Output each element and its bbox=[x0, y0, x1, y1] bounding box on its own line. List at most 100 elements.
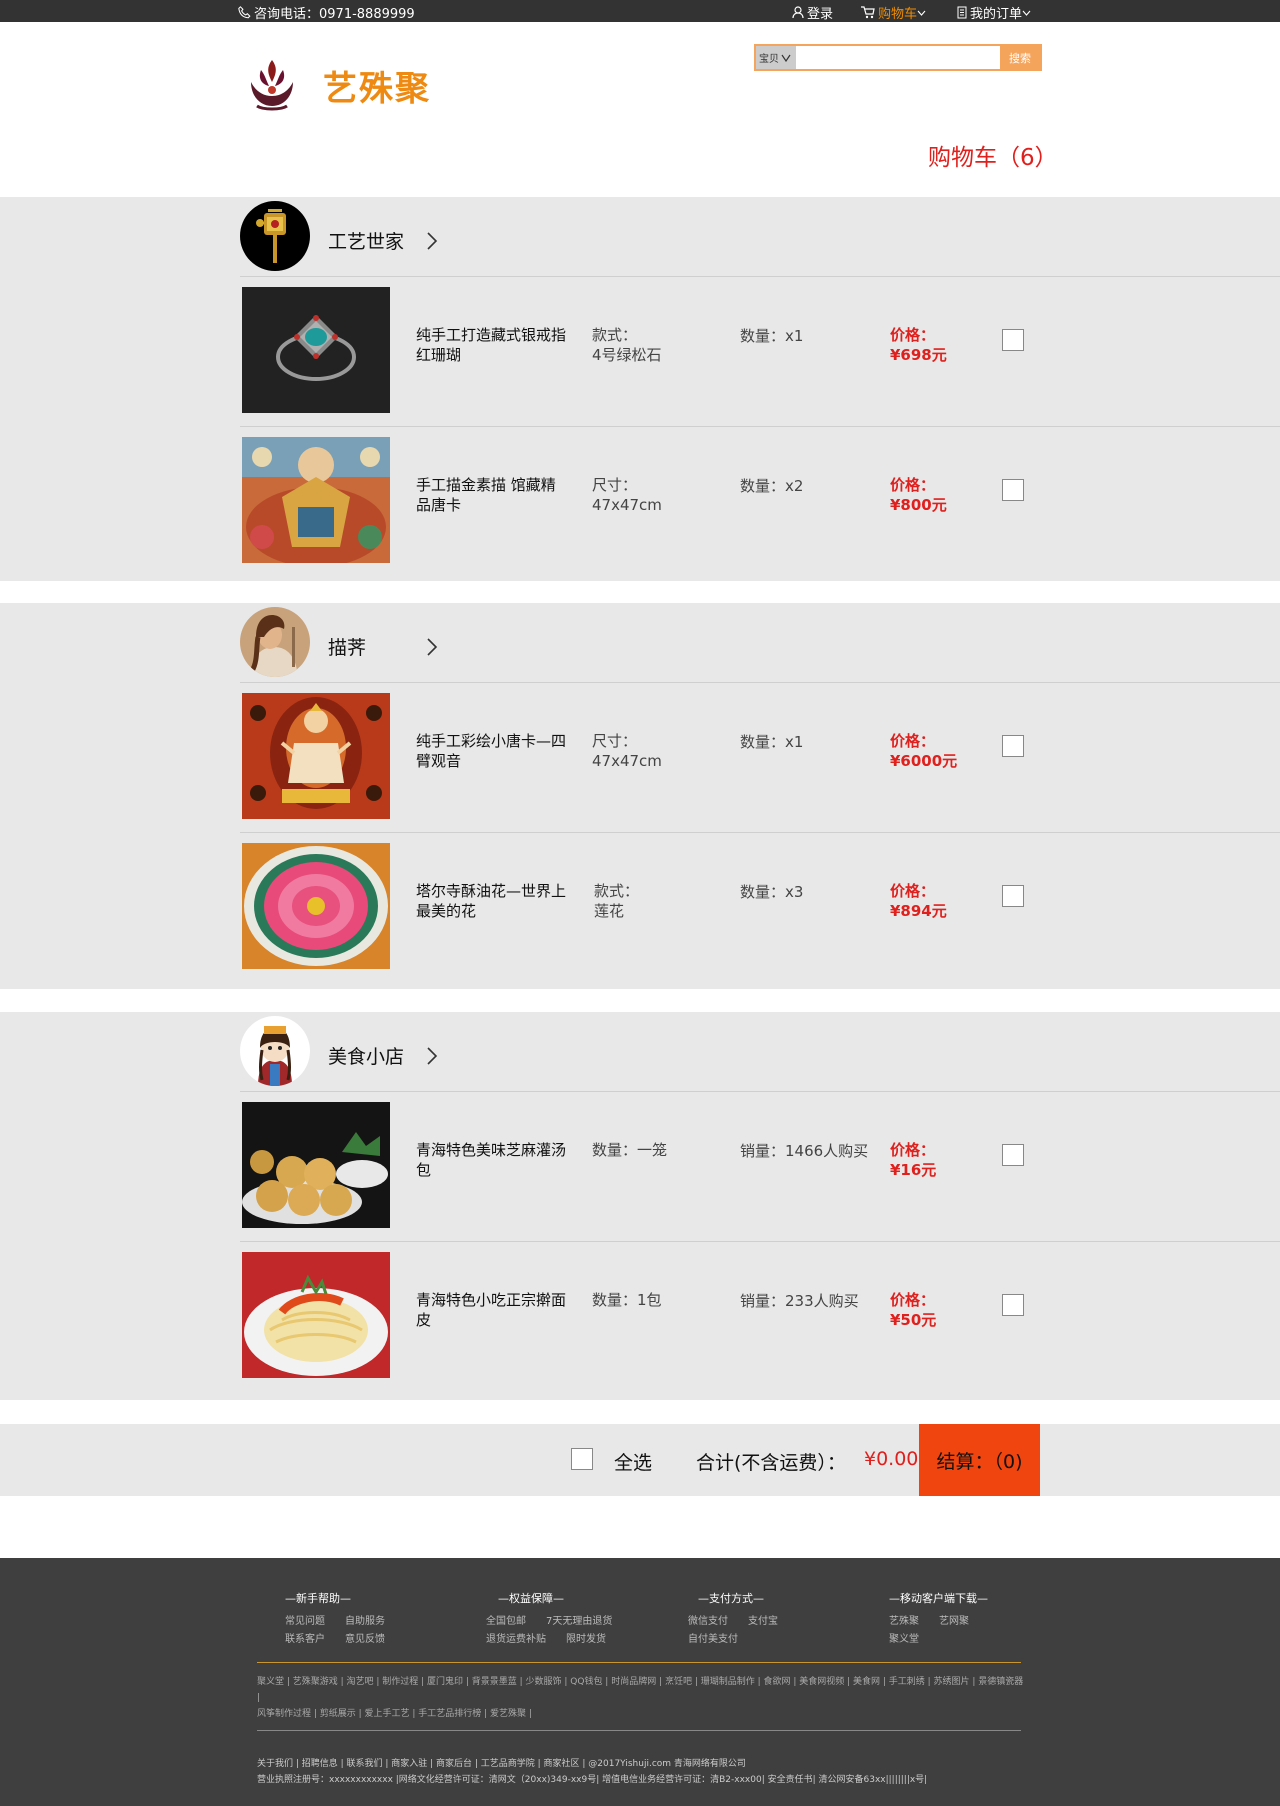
product-spec: 尺寸： 47x47cm bbox=[592, 731, 662, 771]
product-name[interactable]: 青海特色美味芝麻灌汤包 bbox=[416, 1140, 566, 1180]
phone-text: 咨询电话：0971-8889999 bbox=[254, 7, 415, 22]
product-thumbnail[interactable] bbox=[242, 843, 390, 969]
footer-link[interactable]: 常见问题 bbox=[285, 1612, 325, 1627]
price-value: ¥800元 bbox=[890, 496, 947, 514]
phone-icon bbox=[238, 6, 251, 19]
orders-link[interactable]: 我的订单 bbox=[957, 3, 1034, 22]
lotus-flame-logo-icon bbox=[251, 60, 293, 111]
product-thumbnail[interactable] bbox=[242, 1252, 390, 1378]
search-input[interactable] bbox=[796, 46, 1000, 69]
store-section: 工艺世家 纯手工打造藏式银戒指红珊瑚 款式： 4号绿松石 数量：x1 价格： ¥69… bbox=[0, 197, 1280, 581]
price-value: ¥6000元 bbox=[890, 752, 958, 770]
orders-label: 我的订单 bbox=[970, 7, 1023, 22]
site-logo[interactable]: 艺殊聚 bbox=[243, 56, 431, 114]
price-label: 价格： bbox=[890, 476, 936, 494]
turquoise-ring-image bbox=[242, 287, 390, 413]
footer: —新手帮助— 常见问题 自助服务 联系客户 意见反馈 —权益保障— 全国包邮 7天无理… bbox=[0, 1558, 1280, 1806]
cart-item: 纯手工彩绘小唐卡—四臂观音 尺寸： 47x47cm 数量：x1 价格： ¥6000元 bbox=[240, 683, 1280, 833]
product-spec-label: 尺寸： bbox=[592, 476, 638, 494]
cart-icon bbox=[861, 6, 875, 19]
chevron-right-icon[interactable] bbox=[426, 1046, 438, 1066]
thangka-painting-image bbox=[242, 437, 390, 563]
logo-text: 艺殊聚 bbox=[323, 68, 431, 109]
friend-links-line[interactable]: 风筝制作过程 | 剪纸展示 | 爱上手工艺 | 手工艺品排行榜 | 爱艺殊聚 | bbox=[257, 1706, 1027, 1722]
product-quantity: 数量：x3 bbox=[740, 883, 804, 901]
footer-link[interactable]: 全国包邮 bbox=[486, 1612, 526, 1627]
footer-link[interactable]: 限时发货 bbox=[566, 1630, 606, 1645]
cart-item: 塔尔寺酥油花—世界上最美的花 款式： 莲花 数量：x3 价格： ¥894元 bbox=[240, 833, 1280, 983]
footer-link[interactable]: 艺殊聚 bbox=[889, 1612, 919, 1627]
footer-about-links[interactable]: 关于我们 | 招聘信息 | 联系我们 | 商家入驻 | 商家后台 | 工艺品商学… bbox=[257, 1756, 927, 1772]
prayer-wheel-avatar-icon bbox=[240, 201, 310, 271]
footer-link[interactable]: 微信支付 bbox=[688, 1612, 728, 1627]
price-label: 价格： bbox=[890, 882, 936, 900]
footer-link[interactable]: 支付宝 bbox=[748, 1612, 778, 1627]
cart-link[interactable]: 购物车 bbox=[861, 3, 929, 22]
select-all-checkbox[interactable] bbox=[571, 1448, 593, 1470]
product-spec: 款式： 4号绿松石 bbox=[592, 325, 662, 365]
item-checkbox[interactable] bbox=[1002, 1144, 1024, 1166]
footer-link[interactable]: 退货运费补贴 bbox=[486, 1630, 546, 1645]
footer-link[interactable]: 7天无理由退货 bbox=[546, 1612, 612, 1627]
product-quantity: 数量：x1 bbox=[740, 733, 804, 751]
product-name[interactable]: 手工描金素描 馆藏精品唐卡 bbox=[416, 475, 566, 515]
store-section: 描荠 纯手工彩绘小唐卡—四臂观音 尺寸： 47x47cm 数量：x1 价格： ¥60 bbox=[0, 603, 1280, 989]
store-avatar[interactable] bbox=[240, 607, 310, 677]
footer-column: —新手帮助— 常见问题 自助服务 联系客户 意见反馈 bbox=[285, 1590, 405, 1648]
footer-link[interactable]: 自助服务 bbox=[345, 1612, 385, 1627]
product-thumbnail[interactable] bbox=[242, 693, 390, 819]
product-sales: 销量：233人购买 bbox=[740, 1292, 859, 1310]
total-value: ¥0.00 bbox=[864, 1448, 919, 1470]
footer-link[interactable]: 意见反馈 bbox=[345, 1630, 385, 1645]
user-icon bbox=[792, 6, 804, 19]
product-spec-label: 款式： bbox=[592, 326, 638, 344]
store-avatar[interactable] bbox=[240, 201, 310, 271]
store-name[interactable]: 描荠 bbox=[328, 633, 366, 660]
item-checkbox[interactable] bbox=[1002, 1294, 1024, 1316]
product-spec-label: 数量：一笼 bbox=[592, 1141, 668, 1159]
search-category-select[interactable]: 宝贝 bbox=[756, 46, 796, 69]
item-checkbox[interactable] bbox=[1002, 329, 1024, 351]
footer-link[interactable]: 聚义堂 bbox=[889, 1630, 919, 1645]
product-name[interactable]: 青海特色小吃正宗擀面皮 bbox=[416, 1290, 566, 1330]
item-checkbox[interactable] bbox=[1002, 479, 1024, 501]
search-button[interactable]: 搜索 bbox=[1000, 46, 1040, 69]
item-checkbox[interactable] bbox=[1002, 735, 1024, 757]
price-value: ¥894元 bbox=[890, 902, 947, 920]
product-thumbnail[interactable] bbox=[242, 437, 390, 563]
select-all-label[interactable]: 全选 bbox=[614, 1448, 652, 1475]
footer-column: —支付方式— 微信支付 支付宝 自付美支付 bbox=[688, 1590, 798, 1648]
friend-links-line[interactable]: 聚义堂 | 艺殊聚游戏 | 淘艺吧 | 制作过程 | 厦门鬼印 | 背景景墨蓝 … bbox=[257, 1674, 1027, 1706]
product-thumbnail[interactable] bbox=[242, 287, 390, 413]
product-spec-label: 尺寸： bbox=[592, 732, 638, 750]
footer-divider bbox=[257, 1662, 1021, 1663]
store-avatar[interactable] bbox=[240, 1016, 310, 1086]
product-name[interactable]: 纯手工彩绘小唐卡—四臂观音 bbox=[416, 731, 566, 771]
footer-legal: 关于我们 | 招聘信息 | 联系我们 | 商家入驻 | 商家后台 | 工艺品商学… bbox=[257, 1756, 927, 1788]
footer-link[interactable]: 自付美支付 bbox=[688, 1630, 738, 1645]
footer-divider bbox=[257, 1730, 1021, 1731]
product-thumbnail[interactable] bbox=[242, 1102, 390, 1228]
store-name[interactable]: 工艺世家 bbox=[328, 227, 404, 254]
chevron-right-icon[interactable] bbox=[426, 231, 438, 251]
footer-link[interactable]: 联系客户 bbox=[285, 1630, 325, 1645]
price-label: 价格： bbox=[890, 1291, 936, 1309]
product-name[interactable]: 纯手工打造藏式银戒指红珊瑚 bbox=[416, 325, 566, 365]
product-spec-label: 数量：1包 bbox=[592, 1291, 662, 1309]
store-section: 美食小店 青海特色美味芝麻灌汤包 数量：一笼 销量：1466人购买 价格： ¥16… bbox=[0, 1012, 1280, 1400]
cart-item: 手工描金素描 馆藏精品唐卡 尺寸： 47x47cm 数量：x2 价格： ¥800元 bbox=[240, 427, 1280, 577]
cart-item: 青海特色美味芝麻灌汤包 数量：一笼 销量：1466人购买 价格： ¥16元 bbox=[240, 1092, 1280, 1242]
price-value: ¥50元 bbox=[890, 1311, 937, 1329]
product-name[interactable]: 塔尔寺酥油花—世界上最美的花 bbox=[416, 881, 566, 921]
checkout-bar: 全选 合计(不含运费）： ¥0.00 结算：（0) bbox=[0, 1424, 1280, 1496]
chevron-right-icon[interactable] bbox=[426, 637, 438, 657]
store-name[interactable]: 美食小店 bbox=[328, 1042, 404, 1069]
cold-noodles-image bbox=[242, 1252, 390, 1378]
login-link[interactable]: 登录 bbox=[792, 3, 833, 22]
header: 艺殊聚 宝贝 搜索 购物车（6） bbox=[0, 22, 1280, 197]
price-value: ¥16元 bbox=[890, 1161, 937, 1179]
item-checkbox[interactable] bbox=[1002, 885, 1024, 907]
soup-dumplings-image bbox=[242, 1102, 390, 1228]
checkout-button[interactable]: 结算：（0) bbox=[919, 1424, 1040, 1496]
footer-link[interactable]: 艺网聚 bbox=[939, 1612, 969, 1627]
